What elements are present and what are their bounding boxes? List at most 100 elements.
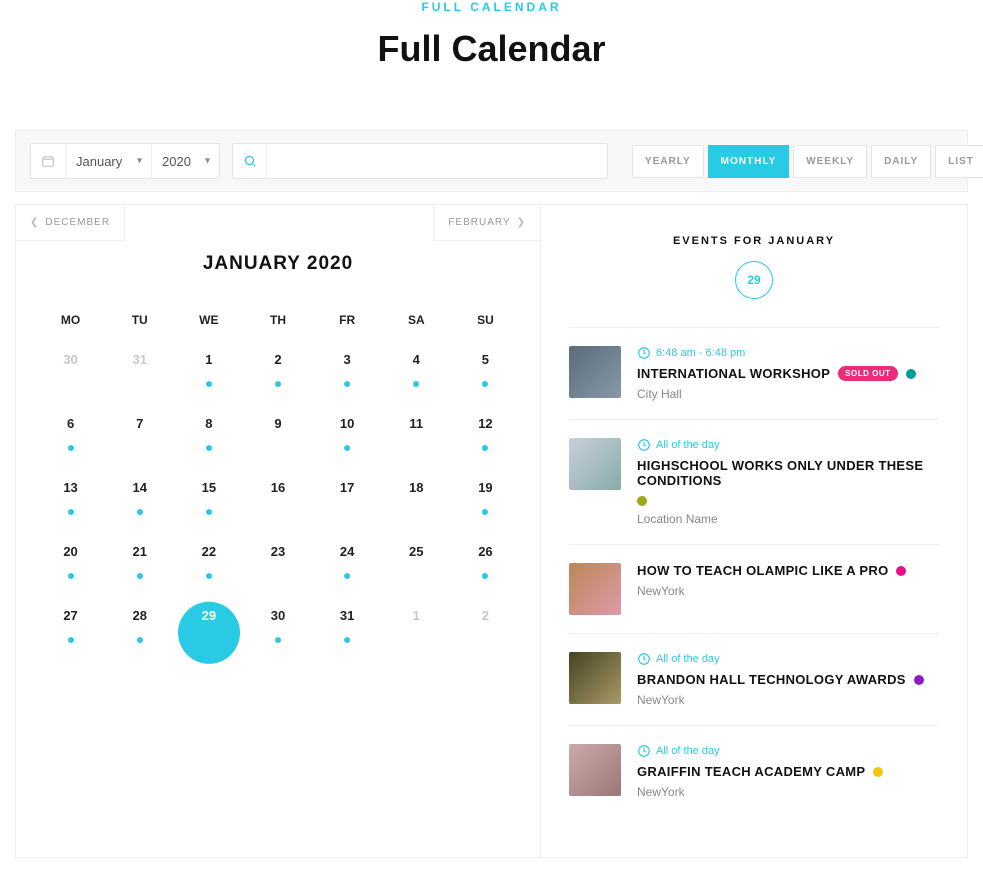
events-header: EVENTS FOR JANUARY 29 — [569, 235, 939, 299]
calendar-cell[interactable]: 30 — [36, 351, 105, 415]
day-number: 18 — [409, 480, 423, 495]
calendar-icon — [31, 154, 65, 168]
day-number: 15 — [202, 480, 216, 495]
next-month-button[interactable]: FEBRUARY ❯ — [433, 204, 541, 241]
day-number: 25 — [409, 544, 423, 559]
event-item[interactable]: All of the dayBRANDON HALL TECHNOLOGY AW… — [569, 633, 939, 725]
event-dot — [275, 381, 281, 387]
event-dot — [68, 445, 74, 451]
day-number: 11 — [409, 416, 423, 431]
event-list: 6:48 am - 6:48 pmINTERNATIONAL WORKSHOPS… — [569, 327, 939, 817]
view-switcher: YEARLYMONTHLYWEEKLYDAILYLIST — [632, 145, 983, 178]
view-weekly[interactable]: WEEKLY — [793, 145, 867, 178]
calendar-cell[interactable]: 15 — [174, 479, 243, 543]
event-dot — [344, 573, 350, 579]
day-number: 2 — [482, 608, 489, 623]
event-item[interactable]: All of the day GRAIFFIN TEACH ACADEMY CAM… — [569, 725, 939, 817]
event-dot — [68, 509, 74, 515]
calendar-cell[interactable]: 25 — [382, 543, 451, 607]
next-month-label: FEBRUARY — [448, 217, 510, 228]
event-item[interactable]: All of the dayHIGHSCHOOL WORKS ONLY UNDE… — [569, 419, 939, 544]
day-number: 22 — [202, 544, 216, 559]
event-time: All of the day — [637, 652, 939, 666]
calendar-cell[interactable]: 9 — [243, 415, 312, 479]
prev-month-button[interactable]: ❮ DECEMBER — [15, 204, 125, 241]
search-icon — [243, 154, 257, 168]
day-number: 28 — [132, 608, 146, 623]
search-input[interactable] — [267, 144, 607, 178]
calendar-cell[interactable]: 26 — [451, 543, 520, 607]
calendar-cell[interactable]: 21 — [105, 543, 174, 607]
day-number: 14 — [132, 480, 146, 495]
calendar-cell[interactable]: 12 — [451, 415, 520, 479]
calendar-cell[interactable]: 1 — [382, 607, 451, 671]
calendar-cell[interactable]: 10 — [313, 415, 382, 479]
calendar-cell[interactable]: 16 — [243, 479, 312, 543]
calendar-cell[interactable]: 19 — [451, 479, 520, 543]
calendar-cell[interactable]: 31 — [105, 351, 174, 415]
calendar-cell[interactable]: 18 — [382, 479, 451, 543]
search-box — [232, 143, 608, 179]
day-number: 24 — [340, 544, 354, 559]
event-thumbnail — [569, 652, 621, 704]
view-monthly[interactable]: MONTHLY — [708, 145, 790, 178]
calendar-cell[interactable]: 6 — [36, 415, 105, 479]
clock-icon — [637, 346, 651, 360]
calendar-cell[interactable]: 14 — [105, 479, 174, 543]
calendar-cell[interactable]: 8 — [174, 415, 243, 479]
calendar-cell[interactable]: 28 — [105, 607, 174, 671]
event-location: NewYork — [637, 785, 939, 799]
view-daily[interactable]: DAILY — [871, 145, 931, 178]
view-list[interactable]: LIST — [935, 145, 983, 178]
month-select[interactable]: January — [66, 144, 151, 178]
calendar-cell[interactable]: 1 — [174, 351, 243, 415]
dow-header: WE — [174, 303, 243, 351]
event-dot — [206, 573, 212, 579]
day-number: 31 — [132, 352, 146, 367]
event-thumbnail — [569, 438, 621, 490]
calendar-cell[interactable]: 20 — [36, 543, 105, 607]
calendar-cell[interactable]: 29 — [174, 607, 243, 671]
calendar-cell[interactable]: 13 — [36, 479, 105, 543]
day-number: 16 — [271, 480, 285, 495]
view-yearly[interactable]: YEARLY — [632, 145, 704, 178]
calendar-cell[interactable]: 7 — [105, 415, 174, 479]
event-dot — [482, 445, 488, 451]
calendar-cell[interactable]: 17 — [313, 479, 382, 543]
calendar-cell[interactable]: 2 — [451, 607, 520, 671]
calendar-cell[interactable]: 27 — [36, 607, 105, 671]
calendar-cell[interactable]: 22 — [174, 543, 243, 607]
calendar-cell[interactable]: 24 — [313, 543, 382, 607]
event-item[interactable]: HOW TO TEACH OLAMPIC LIKE A PRONewYork — [569, 544, 939, 633]
event-dot — [344, 637, 350, 643]
calendar-cell[interactable]: 31 — [313, 607, 382, 671]
search-button[interactable] — [233, 144, 267, 178]
dow-header: SA — [382, 303, 451, 351]
main: ❮ DECEMBER FEBRUARY ❯ JANUARY 2020 MOTUW… — [15, 204, 968, 858]
category-dot — [637, 496, 647, 506]
calendar-cell[interactable]: 5 — [451, 351, 520, 415]
day-number: 6 — [67, 416, 74, 431]
chevron-right-icon: ❯ — [517, 217, 526, 228]
clock-icon — [637, 652, 651, 666]
event-dot — [206, 445, 212, 451]
day-number: 7 — [136, 416, 143, 431]
category-dot — [896, 566, 906, 576]
day-number: 1 — [413, 608, 420, 623]
year-select[interactable]: 2020 — [152, 144, 219, 178]
event-time: All of the day — [637, 744, 939, 758]
page-header: FULL CALENDAR Full Calendar — [15, 0, 968, 130]
event-dot — [68, 637, 74, 643]
calendar-cell[interactable]: 23 — [243, 543, 312, 607]
event-dot — [344, 381, 350, 387]
calendar-cell[interactable]: 4 — [382, 351, 451, 415]
event-dot — [413, 381, 419, 387]
event-location: Location Name — [637, 512, 939, 526]
calendar-cell[interactable]: 11 — [382, 415, 451, 479]
calendar-cell[interactable]: 30 — [243, 607, 312, 671]
calendar-cell[interactable]: 2 — [243, 351, 312, 415]
calendar-cell[interactable]: 3 — [313, 351, 382, 415]
event-dot — [206, 509, 212, 515]
event-item[interactable]: 6:48 am - 6:48 pmINTERNATIONAL WORKSHOPS… — [569, 327, 939, 419]
event-name: GRAIFFIN TEACH ACADEMY CAMP — [637, 764, 865, 779]
